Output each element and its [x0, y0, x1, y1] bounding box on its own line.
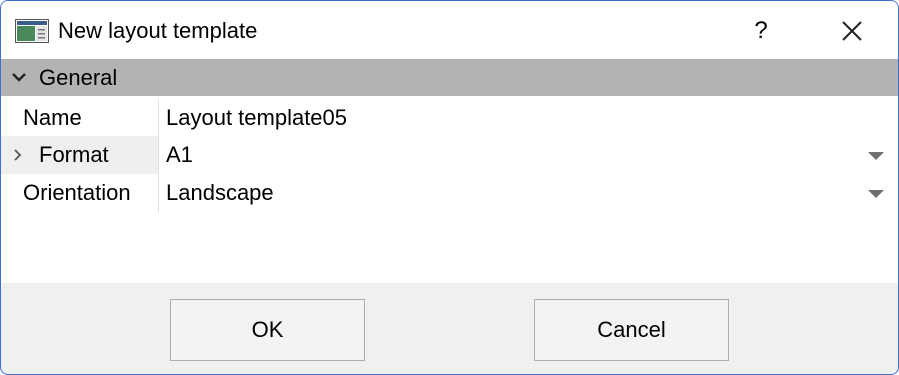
property-row-format[interactable]: Format A1 — [1, 136, 898, 174]
property-row-orientation[interactable]: Orientation Landscape — [1, 174, 898, 212]
chevron-right-icon[interactable] — [13, 148, 23, 162]
dropdown-arrow-icon[interactable] — [867, 189, 885, 199]
property-name: Format — [39, 142, 109, 167]
new-layout-template-dialog: New layout template ? General Name Layou… — [0, 0, 899, 375]
layout-app-icon — [15, 19, 49, 43]
help-button[interactable]: ? — [736, 11, 786, 51]
property-name-cell: Orientation — [1, 174, 159, 212]
property-name: Orientation — [23, 180, 131, 205]
property-name: Name — [23, 105, 82, 130]
title-bar[interactable]: New layout template ? — [1, 1, 898, 59]
dropdown-arrow-icon[interactable] — [867, 151, 885, 161]
group-label: General — [39, 65, 118, 90]
chevron-down-icon[interactable] — [11, 71, 27, 83]
property-grid: General Name Layout template05 Format A1… — [1, 59, 898, 283]
close-button[interactable] — [827, 11, 877, 51]
group-header-general[interactable]: General — [1, 59, 898, 96]
close-icon — [842, 21, 862, 41]
property-name-cell: Format — [1, 136, 159, 174]
ok-button[interactable]: OK — [170, 299, 365, 361]
format-dropdown-value[interactable]: A1 — [166, 142, 193, 168]
property-row-name[interactable]: Name Layout template05 — [1, 99, 898, 137]
cancel-button[interactable]: Cancel — [534, 299, 729, 361]
window-title: New layout template — [58, 18, 258, 43]
property-name-cell: Name — [1, 99, 159, 137]
name-value-field[interactable]: Layout template05 — [166, 105, 347, 131]
orientation-dropdown-value[interactable]: Landscape — [166, 180, 274, 206]
